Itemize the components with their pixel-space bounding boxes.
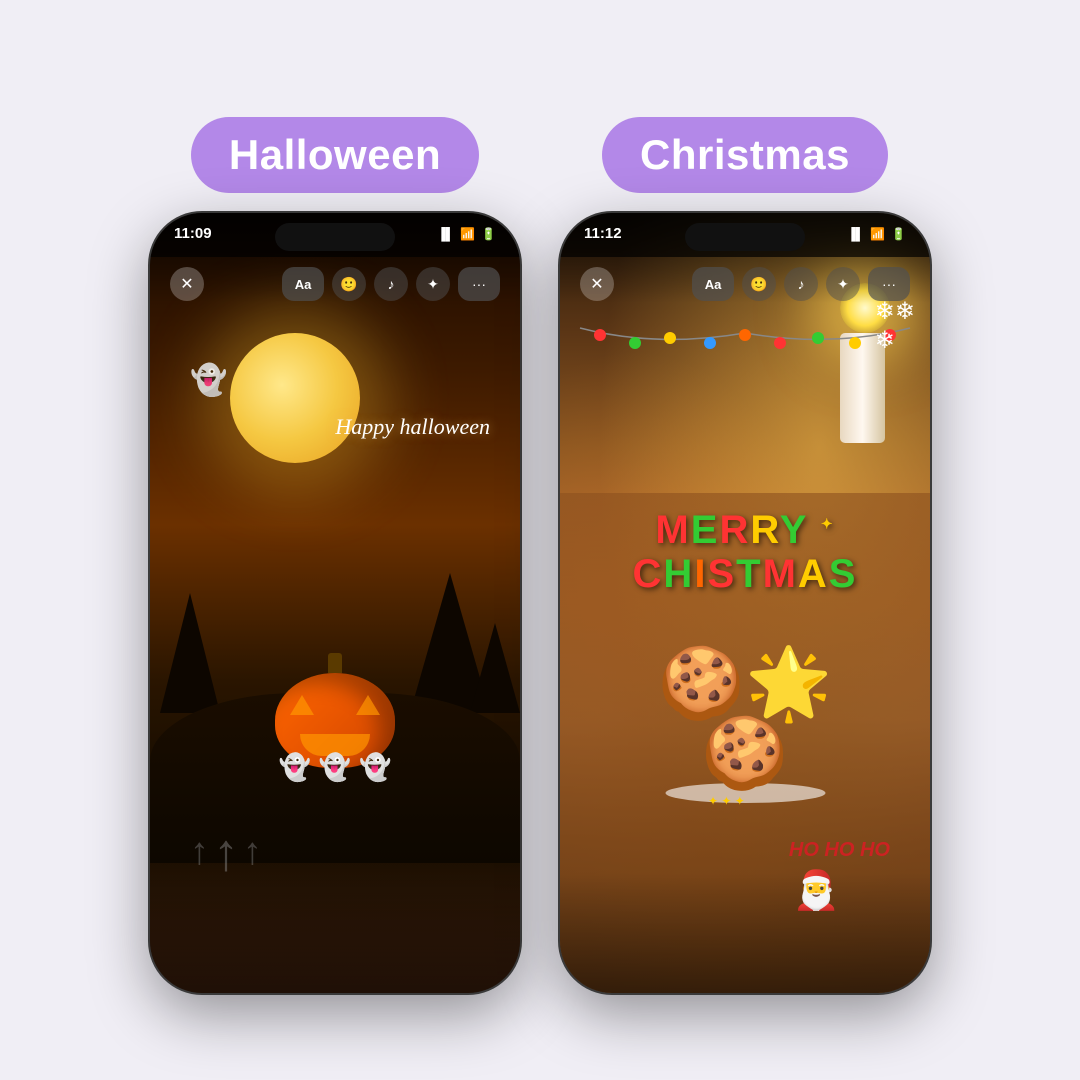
text-style-button[interactable]: Aa [282, 267, 324, 301]
lights-svg [570, 323, 920, 363]
emoji-sticker-button[interactable]: 🙂 [332, 267, 366, 301]
music-button[interactable]: ♪ [374, 267, 408, 301]
christmas-screen: ❄❄❄ 🍪🌟🍪 MERRY ✦ [560, 213, 930, 993]
christmas-background: ❄❄❄ 🍪🌟🍪 MERRY ✦ [560, 213, 930, 993]
pumpkin-stem [328, 653, 342, 673]
cookie-plate: 🍪🌟🍪 [653, 648, 838, 803]
christmas-toolbar[interactable]: ✕ Aa 🙂 ♪ ✦ ··· [560, 257, 930, 311]
string-lights [570, 323, 920, 368]
xmas-wifi-icon: 📶 [870, 227, 885, 241]
pumpkin-eye-right [356, 695, 380, 715]
toolbar-right-buttons: Aa 🙂 ♪ ✦ ··· [282, 267, 500, 301]
xmas-sparkle-button[interactable]: ✦ [826, 267, 860, 301]
halloween-screen: 👻 Happy halloween 👻 👻 👻 ↑ ↑ [150, 213, 520, 993]
halloween-section: Halloween [150, 117, 520, 993]
merry-christmas-text: MERRY ✦ CHISTMAS [595, 508, 895, 596]
xmas-text-style-button[interactable]: Aa [692, 267, 734, 301]
tree-1 [160, 593, 220, 713]
xmas-more-button[interactable]: ··· [868, 267, 910, 301]
christmas-section: Christmas [560, 117, 930, 993]
halloween-time: 11:09 [174, 225, 212, 242]
halloween-badge: Halloween [191, 117, 479, 193]
xmas-music-button[interactable]: ♪ [784, 267, 818, 301]
merry-word: MERRY ✦ [595, 508, 895, 552]
star-confetti: ✦ ✦ ✦ [708, 794, 745, 808]
xmas-signal-icon: ▐▌ [847, 227, 864, 241]
christmas-phone: ❄❄❄ 🍪🌟🍪 MERRY ✦ [560, 213, 930, 993]
christmas-time: 11:12 [584, 225, 622, 242]
pumpkin-eye-left [290, 695, 314, 715]
xmas-close-button[interactable]: ✕ [580, 267, 614, 301]
sparkle-button[interactable]: ✦ [416, 267, 450, 301]
christmas-status-icons: ▐▌ 📶 🔋 [847, 227, 906, 241]
xmas-emoji-button[interactable]: 🙂 [742, 267, 776, 301]
xmas-battery-icon: 🔋 [891, 227, 906, 241]
halloween-background: 👻 Happy halloween 👻 👻 👻 ↑ ↑ [150, 213, 520, 993]
xmas-bottom-overlay [560, 873, 930, 993]
pumpkin-graphic [275, 653, 395, 753]
halloween-phone: 👻 Happy halloween 👻 👻 👻 ↑ ↑ [150, 213, 520, 993]
happy-halloween-overlay-text: Happy halloween [335, 413, 490, 442]
bottom-gradient [150, 873, 520, 993]
ghost-icon-top: 👻 [190, 363, 227, 398]
santa-sticker: 🎅 [793, 869, 840, 913]
close-button[interactable]: ✕ [170, 267, 204, 301]
ho-ho-ho-text: HO HO HO [789, 837, 890, 863]
signal-icon: ▐▌ [437, 227, 454, 241]
moon-graphic [230, 333, 360, 463]
christmas-badge: Christmas [602, 117, 888, 193]
tree-3 [470, 623, 520, 713]
xmas-toolbar-right: Aa 🙂 ♪ ✦ ··· [692, 267, 910, 301]
main-container: Halloween [150, 87, 930, 993]
wifi-icon: 📶 [460, 227, 475, 241]
halloween-status-icons: ▐▌ 📶 🔋 [437, 227, 496, 241]
ghost-row-sticker: 👻 👻 👻 [278, 752, 391, 783]
cookie-emoji: 🍪🌟🍪 [653, 648, 838, 788]
christmas-status-bar: 11:12 ▐▌ 📶 🔋 [560, 225, 930, 242]
battery-icon: 🔋 [481, 227, 496, 241]
christmas-word: CHISTMAS [595, 552, 895, 596]
halloween-toolbar[interactable]: ✕ Aa 🙂 ♪ ✦ ··· [150, 257, 520, 311]
halloween-status-bar: 11:09 ▐▌ 📶 🔋 [150, 225, 520, 242]
more-options-button[interactable]: ··· [458, 267, 500, 301]
